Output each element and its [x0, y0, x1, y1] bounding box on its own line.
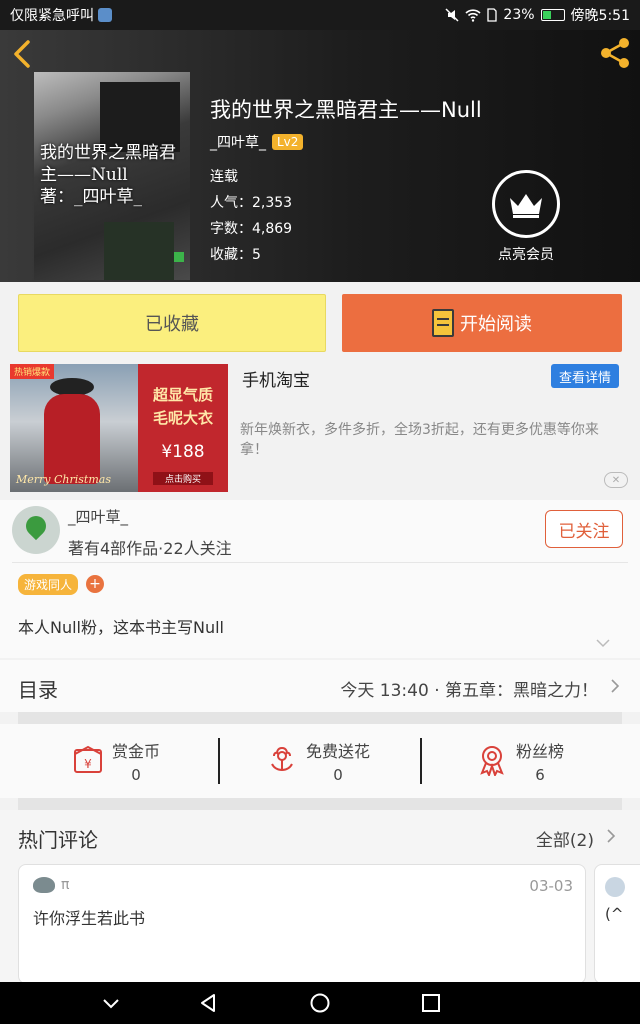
- ad-close-button[interactable]: ✕: [604, 472, 628, 488]
- comment-avatar[interactable]: [33, 877, 55, 893]
- comment-avatar[interactable]: [605, 877, 625, 897]
- sim-icon: [487, 8, 498, 22]
- stat-value: 6: [535, 766, 545, 784]
- vip-label: 点亮会员: [498, 247, 554, 263]
- level-badge: Lv2: [272, 134, 304, 150]
- clover-icon: [21, 511, 51, 541]
- start-reading-button[interactable]: 开始阅读: [342, 294, 622, 352]
- stat-label: 粉丝榜: [516, 742, 565, 761]
- comment-card[interactable]: π 03-03 许你浮生若此书: [18, 864, 586, 984]
- author-card: _四叶草_ 著有4部作品·22人关注 已关注 游戏同人 + 本人Null粉，这本…: [0, 500, 640, 658]
- stats-bar: ¥ 赏金币 0 免费送花 0 粉丝榜 6: [0, 724, 640, 798]
- stat-flowers[interactable]: 免费送花 0: [266, 738, 370, 784]
- catalog-title: 目录: [18, 678, 58, 702]
- nav-back-icon[interactable]: [198, 992, 220, 1014]
- ad-title[interactable]: 手机淘宝: [242, 366, 310, 391]
- medal-icon: [480, 746, 504, 776]
- comment-date: 03-03: [529, 877, 573, 895]
- comment-text: (^: [605, 905, 624, 923]
- app-notification-icon: [98, 8, 112, 22]
- cover-author: 著：_四叶草_: [40, 187, 142, 207]
- stat-fans[interactable]: 粉丝榜 6: [476, 738, 564, 784]
- share-icon[interactable]: [598, 36, 632, 70]
- expand-chevron-icon[interactable]: [596, 638, 610, 648]
- battery-percent: 23%: [503, 7, 535, 23]
- ad-detail-button[interactable]: 查看详情: [551, 364, 619, 388]
- vip-button[interactable]: 点亮会员: [492, 170, 560, 264]
- follow-button[interactable]: 已关注: [545, 510, 623, 548]
- catalog-row[interactable]: 目录 今天 13:40 · 第五章：黑暗之力！: [0, 660, 640, 712]
- nav-recents-icon[interactable]: [420, 992, 442, 1014]
- author-row[interactable]: _四叶草_ Lv2: [210, 132, 304, 152]
- ad-image[interactable]: 热销爆款 超显气质 毛呢大衣 ¥188 点击购买 Merry Christmas: [10, 364, 228, 492]
- book-word-count: 字数：4,869: [210, 221, 293, 237]
- comments-all-link[interactable]: 全部(2): [536, 826, 594, 851]
- chevron-right-icon: [611, 679, 620, 693]
- status-time: 傍晚5:51: [570, 8, 630, 24]
- author-card-name[interactable]: _四叶草_: [68, 506, 128, 527]
- stat-label: 免费送花: [306, 742, 371, 761]
- chevron-right-icon[interactable]: [606, 828, 616, 844]
- coin-envelope-icon: ¥: [74, 745, 102, 773]
- author-card-stats: 著有4部作品·22人关注: [68, 539, 232, 558]
- catalog-latest-chapter: 今天 13:40 · 第五章：黑暗之力！: [340, 681, 598, 701]
- flower-icon: [271, 747, 293, 771]
- book-popularity: 人气：2,353: [210, 195, 293, 211]
- book-header: 我的世界之黑暗君主——Null 著：_四叶草_ 我的世界之黑暗君主——Null …: [0, 30, 640, 282]
- ad-headline-1: 超显气质: [152, 386, 213, 404]
- add-tag-button[interactable]: +: [86, 575, 104, 593]
- book-cover[interactable]: 我的世界之黑暗君主——Null 著：_四叶草_: [34, 72, 190, 280]
- stat-label: 赏金币: [112, 742, 161, 761]
- ad-price: ¥188: [161, 442, 205, 462]
- back-arrow-icon[interactable]: [10, 38, 36, 70]
- comments-title: 热门评论: [18, 828, 98, 852]
- crown-icon: [492, 170, 560, 238]
- book-status: 连载: [210, 169, 238, 185]
- ad-hot-tag: 热销爆款: [10, 364, 55, 379]
- book-favorites: 收藏：5: [210, 247, 261, 263]
- mute-icon: [445, 8, 459, 22]
- comment-card[interactable]: (^: [594, 864, 640, 984]
- cover-title: 我的世界之黑暗君主——Null: [40, 143, 176, 185]
- status-emergency-text: 仅限紧急呼叫: [10, 8, 94, 24]
- comment-user: π: [61, 877, 70, 893]
- stat-reward[interactable]: ¥ 赏金币 0: [72, 738, 160, 784]
- stat-value: 0: [131, 766, 141, 784]
- ad-headline-2: 毛呢大衣: [152, 409, 213, 427]
- ad-description[interactable]: 新年焕新衣，多件多折，全场3折起，还有更多优惠等你来拿！: [240, 420, 624, 460]
- comment-text: 许你浮生若此书: [33, 909, 146, 928]
- svg-text:¥: ¥: [84, 757, 92, 771]
- status-bar: 仅限紧急呼叫 23% 傍晚5:51: [0, 0, 640, 30]
- nav-hide-icon[interactable]: [100, 992, 122, 1014]
- system-nav-bar: [0, 982, 640, 1024]
- start-reading-label: 开始阅读: [460, 314, 532, 335]
- book-icon: [432, 309, 454, 337]
- stat-value: 0: [333, 766, 343, 784]
- ad-buy: 点击购买: [153, 472, 213, 485]
- genre-tag[interactable]: 游戏同人: [18, 574, 79, 595]
- book-title: 我的世界之黑暗君主——Null: [210, 98, 482, 122]
- nav-home-icon[interactable]: [309, 992, 331, 1014]
- battery-icon: [540, 9, 565, 21]
- hot-comments: 热门评论 全部(2) π 03-03 许你浮生若此书 (^: [0, 810, 640, 984]
- wifi-icon: [465, 9, 481, 22]
- book-intro: 本人Null粉，这本书主写Null: [18, 618, 225, 637]
- collected-button[interactable]: 已收藏: [18, 294, 326, 352]
- author-avatar[interactable]: [12, 506, 60, 554]
- author-name: _四叶草_: [210, 135, 266, 151]
- ad-signature: Merry Christmas: [16, 473, 111, 486]
